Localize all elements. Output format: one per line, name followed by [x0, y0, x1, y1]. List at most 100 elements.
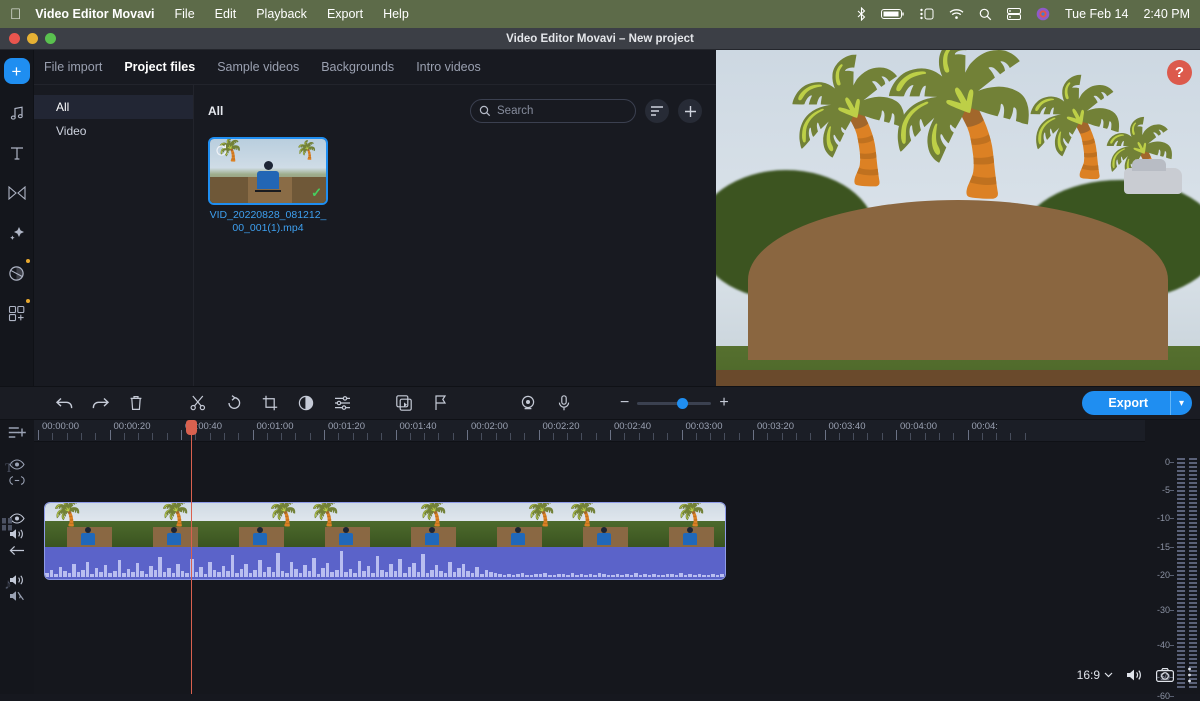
titles-icon[interactable]	[2, 138, 32, 168]
timeline-ruler[interactable]: 00:00:0000:00:2000:00:4000:01:0000:01:20…	[34, 420, 1145, 442]
file-grid: 🌴 🌴 ✓ VID_20220828_081212_00_001(1).mp4	[208, 137, 702, 235]
playhead[interactable]	[191, 442, 192, 694]
ruler-tick	[939, 433, 940, 440]
tab-sample-videos[interactable]: Sample videos	[217, 60, 299, 74]
zoom-in-button[interactable]: +	[719, 395, 728, 411]
more-tools-badge	[26, 299, 30, 303]
split-button[interactable]	[180, 390, 216, 416]
file-item[interactable]: 🌴 🌴 ✓ VID_20220828_081212_00_001(1).mp4	[208, 137, 328, 235]
timeline-clip[interactable]: 🌴🌴🌴🌴🌴🌴🌴🌴	[44, 502, 726, 580]
zoom-slider-knob[interactable]	[677, 398, 688, 409]
export-button[interactable]: Export	[1082, 391, 1170, 415]
clip-frame: 🌴	[217, 503, 303, 547]
tab-backgrounds[interactable]: Backgrounds	[321, 60, 394, 74]
menu-app-name[interactable]: Video Editor Movavi	[35, 7, 154, 21]
clip-frame: 🌴	[561, 503, 647, 547]
video-detach-icon[interactable]	[9, 542, 25, 558]
menu-export[interactable]: Export	[327, 7, 363, 21]
record-webcam-button[interactable]	[510, 390, 546, 416]
transitions-icon[interactable]	[2, 178, 32, 208]
display-icon[interactable]	[1007, 8, 1021, 20]
control-center-icon[interactable]	[920, 8, 934, 20]
search-icon[interactable]	[979, 8, 992, 21]
audio-meter-right	[1189, 446, 1197, 688]
timeline-tracks[interactable]: 🌴🌴🌴🌴🌴🌴🌴🌴	[34, 442, 1145, 694]
overlay-button[interactable]	[386, 390, 422, 416]
add-media-icon[interactable]	[678, 99, 702, 123]
ruler-label: 00:02:20	[543, 421, 580, 432]
meter-label: -5	[1162, 485, 1170, 495]
zoom-out-button[interactable]: −	[620, 395, 629, 411]
playhead-ruler[interactable]	[191, 420, 192, 442]
search-box[interactable]	[470, 99, 636, 123]
timeline: T ♪ 00:00:0000:00:2000:00:4000:01:0000:0…	[0, 420, 1200, 694]
more-tools-icon[interactable]	[2, 298, 32, 328]
wifi-icon[interactable]	[949, 8, 964, 20]
apple-icon[interactable]: 	[10, 7, 21, 22]
aspect-ratio-value: 16:9	[1077, 668, 1100, 682]
add-media-rail-button[interactable]: +	[4, 58, 30, 84]
tab-intro-videos[interactable]: Intro videos	[416, 60, 481, 74]
rotate-button[interactable]	[216, 390, 252, 416]
menubar-date[interactable]: Tue Feb 14	[1065, 7, 1128, 21]
sort-icon[interactable]	[645, 99, 669, 123]
add-track-button[interactable]	[8, 424, 26, 440]
category-all[interactable]: All	[34, 95, 193, 119]
delete-button[interactable]	[118, 390, 154, 416]
menu-playback[interactable]: Playback	[256, 7, 307, 21]
export-dropdown-button[interactable]: ▾	[1170, 391, 1192, 415]
macos-menu-bar:  Video Editor Movavi File Edit Playback…	[0, 0, 1200, 28]
rotate-icon[interactable]	[214, 143, 228, 157]
tab-project-files[interactable]: Project files	[124, 60, 195, 74]
menu-edit[interactable]: Edit	[215, 7, 237, 21]
ruler-label: 00:03:40	[829, 421, 866, 432]
menu-help[interactable]: Help	[383, 7, 409, 21]
help-button[interactable]: ?	[1167, 60, 1192, 85]
category-video[interactable]: Video	[34, 119, 193, 143]
playhead-handle[interactable]	[186, 420, 197, 435]
meter-tick	[1170, 547, 1174, 548]
bluetooth-icon[interactable]	[857, 7, 866, 21]
music-icon[interactable]	[2, 98, 32, 128]
menubar-time[interactable]: 2:40 PM	[1143, 7, 1190, 21]
marker-button[interactable]	[422, 390, 458, 416]
waveform-bars	[45, 547, 725, 577]
ruler-tick	[338, 433, 339, 440]
crop-button[interactable]	[252, 390, 288, 416]
more-vertical-icon[interactable]	[1187, 667, 1192, 683]
ruler-tick	[424, 433, 425, 440]
clip-thumbnails: 🌴🌴🌴🌴🌴🌴🌴🌴	[45, 503, 725, 547]
zoom-slider[interactable]	[637, 402, 711, 405]
record-audio-button[interactable]	[546, 390, 582, 416]
effects-icon[interactable]	[2, 218, 32, 248]
volume-icon[interactable]	[1126, 668, 1143, 682]
filters-icon[interactable]	[2, 258, 32, 288]
track-controls-rail: T ♪	[0, 420, 34, 694]
aspect-ratio-select[interactable]: 16:9	[1077, 668, 1113, 682]
undo-button[interactable]	[46, 390, 82, 416]
tab-file-import[interactable]: File import	[44, 60, 102, 74]
menu-file[interactable]: File	[175, 7, 195, 21]
ruler-tick	[667, 433, 668, 440]
ruler-label: 00:04:00	[900, 421, 937, 432]
ruler-tick	[410, 433, 411, 440]
ruler-tick	[596, 433, 597, 440]
battery-icon[interactable]	[881, 8, 905, 20]
ruler-tick	[1010, 433, 1011, 440]
meter-tick	[1170, 610, 1174, 611]
ruler-label: 00:03:00	[686, 421, 723, 432]
properties-button[interactable]	[324, 390, 360, 416]
ruler-tick	[267, 433, 268, 440]
ruler-tick	[724, 433, 725, 440]
meter-label: -10	[1157, 513, 1170, 523]
redo-button[interactable]	[82, 390, 118, 416]
siri-icon[interactable]	[1036, 7, 1050, 21]
ruler-tick	[767, 433, 768, 440]
search-input[interactable]	[497, 105, 651, 117]
camera-icon[interactable]	[1156, 668, 1174, 682]
ruler-tick	[453, 433, 454, 440]
ruler-tick	[710, 433, 711, 440]
car-shape	[1124, 168, 1182, 194]
file-thumbnail[interactable]: 🌴 🌴 ✓	[208, 137, 328, 205]
color-adjust-button[interactable]	[288, 390, 324, 416]
